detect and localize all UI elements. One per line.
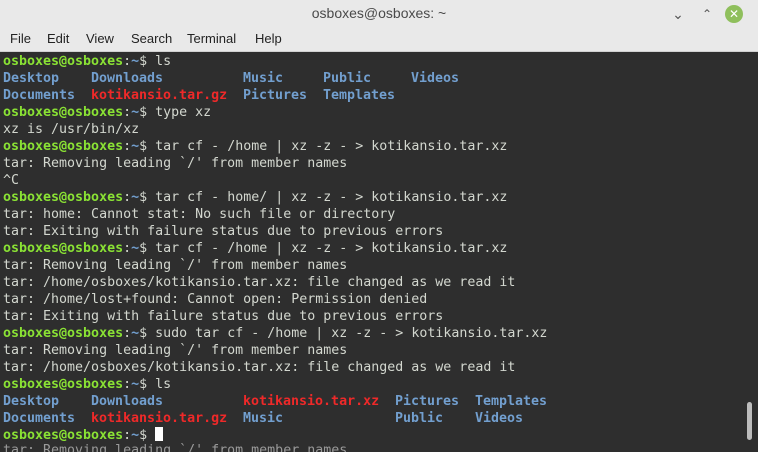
close-icon[interactable]: ✕ — [725, 5, 743, 23]
menu-bar: File Edit View Search Terminal Help — [0, 28, 758, 52]
terminal-window: osboxes@osboxes: ~ ⌄ ⌃ ✕ File Edit View … — [0, 0, 758, 452]
terminal-line: osboxes@osboxes:~$ tar cf - /home | xz -… — [3, 241, 508, 256]
dir-videos: Videos — [475, 411, 524, 426]
terminal-output[interactable]: osboxes@osboxes:~$ ls Desktop Downloads Mu… — [0, 52, 742, 452]
dir-public: Public — [323, 71, 372, 86]
command-text: tar cf - home/ | xz -z - > kotikansio.ta… — [155, 190, 508, 205]
command-text: sudo tar cf - /home | xz -z - > kotikans… — [155, 326, 548, 341]
menu-file[interactable]: File — [10, 31, 31, 46]
minimize-icon[interactable]: ⌄ — [669, 5, 687, 23]
dir-desktop: Desktop — [3, 394, 60, 409]
window-title: osboxes@osboxes: ~ — [311, 5, 447, 21]
output-line: ^C — [3, 173, 20, 188]
dir-documents: Documents — [3, 411, 76, 426]
archive-file: kotikansio.tar.gz — [91, 411, 228, 426]
output-line: tar: home: Cannot stat: No such file or … — [3, 207, 396, 222]
dir-public: Public — [395, 411, 444, 426]
menu-search[interactable]: Search — [131, 31, 172, 46]
dir-documents: Documents — [3, 88, 76, 103]
output-line: xz is /usr/bin/xz — [3, 122, 140, 137]
output-line: tar: /home/osboxes/kotikansio.tar.xz: fi… — [3, 360, 516, 375]
dir-downloads: Downloads — [91, 71, 164, 86]
archive-file: kotikansio.tar.gz — [91, 88, 228, 103]
command-text: tar cf - /home | xz -z - > kotikansio.ta… — [155, 139, 508, 154]
terminal-line: osboxes@osboxes:~$ sudo tar cf - /home |… — [3, 326, 548, 341]
dir-downloads: Downloads — [91, 394, 164, 409]
output-line: tar: /home/lost+found: Cannot open: Perm… — [3, 292, 428, 307]
menu-edit[interactable]: Edit — [47, 31, 69, 46]
command-text: type xz — [155, 105, 212, 120]
scrollbar-thumb[interactable] — [747, 402, 752, 440]
dir-templates: Templates — [475, 394, 548, 409]
terminal-line: osboxes@osboxes:~$ ls — [3, 377, 172, 392]
output-line: tar: Removing leading `/' from member na… — [3, 258, 348, 273]
dir-desktop: Desktop — [3, 71, 60, 86]
menu-terminal[interactable]: Terminal — [187, 31, 236, 46]
command-text: ls — [155, 377, 172, 392]
archive-file: kotikansio.tar.xz — [243, 394, 380, 409]
output-line: tar: Exiting with failure status due to … — [3, 309, 444, 324]
dir-templates: Templates — [323, 88, 396, 103]
command-text: ls — [155, 54, 172, 69]
scrollbar[interactable] — [742, 52, 758, 452]
menu-help[interactable]: Help — [255, 31, 282, 46]
output-line: tar: Exiting with failure status due to … — [3, 224, 444, 239]
output-line: tar: Removing leading `/' from member na… — [3, 343, 348, 358]
title-bar[interactable]: osboxes@osboxes: ~ ⌄ ⌃ ✕ — [0, 0, 758, 28]
dir-music: Music — [243, 71, 284, 86]
dir-music: Music — [243, 411, 284, 426]
output-line: tar: Removing leading `/' from member na… — [3, 156, 348, 171]
terminal-line: osboxes@osboxes:~$ type xz — [3, 105, 212, 120]
terminal-line: osboxes@osboxes:~$ tar cf - home/ | xz -… — [3, 190, 508, 205]
output-line: tar: /home/osboxes/kotikansio.tar.xz: fi… — [3, 275, 516, 290]
ghost-output-line: tar: Removing leading `/' from member na… — [3, 443, 348, 452]
dir-pictures: Pictures — [243, 88, 308, 103]
dir-videos: Videos — [411, 71, 460, 86]
menu-view[interactable]: View — [86, 31, 114, 46]
maximize-icon[interactable]: ⌃ — [698, 5, 716, 23]
text-cursor — [155, 427, 164, 441]
terminal-line: osboxes@osboxes:~$ tar cf - /home | xz -… — [3, 139, 508, 154]
terminal-line: osboxes@osboxes:~$ ls — [3, 54, 172, 69]
dir-pictures: Pictures — [395, 394, 460, 409]
command-text: tar cf - /home | xz -z - > kotikansio.ta… — [155, 241, 508, 256]
